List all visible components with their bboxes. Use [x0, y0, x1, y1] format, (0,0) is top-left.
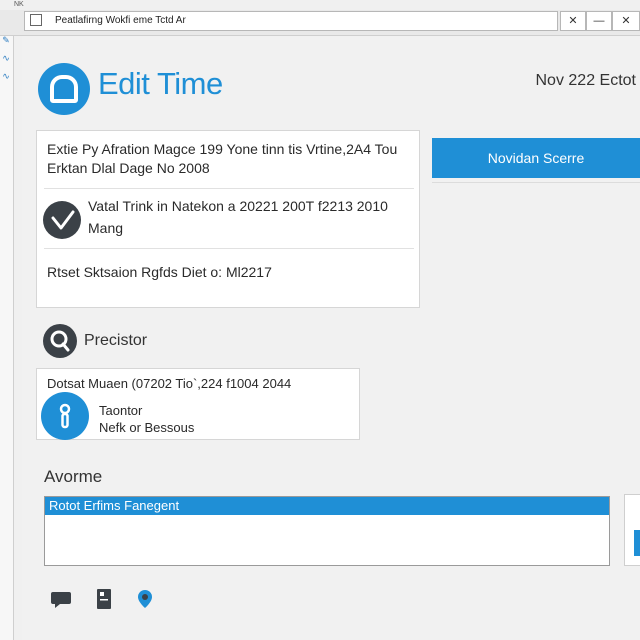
details-row3: Rtset Sktsaion Rgfds Diet o: Ml2217 — [47, 264, 272, 280]
field-header: Rotot Erfims Fanegent — [45, 497, 609, 515]
curve-tool-icon[interactable]: ∿ — [0, 52, 12, 64]
check-icon — [43, 201, 81, 239]
preceptor-label: Precistor — [84, 332, 148, 349]
chat-icon[interactable] — [50, 588, 72, 610]
header-date: Nov 222 Ectot — [535, 72, 637, 89]
page-title: Edit Time — [98, 66, 223, 101]
info-icon[interactable] — [41, 392, 89, 440]
summary-line3: Nefk or Bessous — [99, 420, 195, 435]
details-row2-line1: Vatal Trink in Natekon a 20221 200T f221… — [88, 198, 388, 214]
app-window: NK Peatlafirng Wokfi eme Tctd Ar ✕ — ✕ ✎… — [0, 0, 640, 640]
form-section-label: Avorme — [44, 467, 103, 486]
search-icon[interactable] — [43, 324, 77, 358]
divider — [44, 248, 414, 249]
logo-glyph — [50, 75, 78, 103]
close-window-button[interactable]: ✕ — [612, 11, 640, 31]
divider — [44, 188, 414, 189]
details-row2-line2: Mang — [88, 220, 124, 236]
minimize-button[interactable]: ✕ — [560, 11, 586, 31]
location-icon[interactable] — [134, 588, 156, 610]
side-panel-button[interactable] — [634, 530, 640, 556]
page-icon — [30, 14, 42, 26]
primary-action-button[interactable]: Novidan Scerre — [432, 138, 640, 178]
details-row1-line2: Erktan Dlal Dage No 2008 — [47, 160, 210, 176]
window-corner-label: NK — [14, 1, 24, 8]
close-tab-button[interactable]: — — [586, 11, 612, 31]
edit-tool-icon[interactable]: ✎ — [0, 34, 12, 46]
divider — [432, 182, 640, 183]
wave-tool-icon[interactable]: ∿ — [0, 70, 12, 82]
address-bar[interactable]: Peatlafirng Wokfi eme Tctd Ar — [24, 11, 558, 31]
document-icon[interactable] — [94, 588, 116, 610]
left-tool-strip — [0, 36, 14, 640]
